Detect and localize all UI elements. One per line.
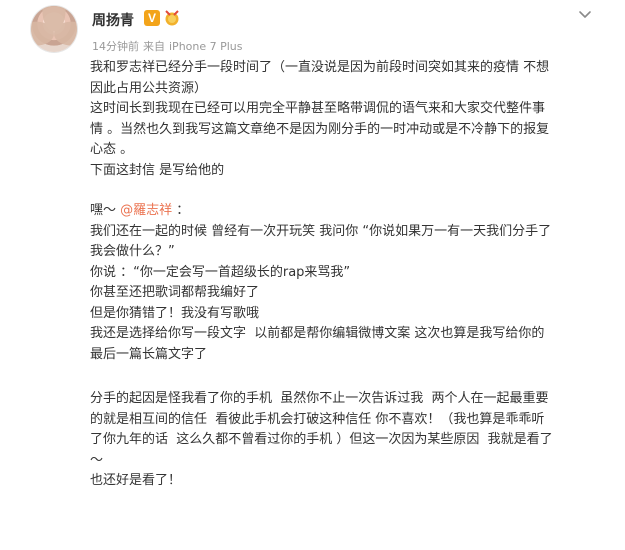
post-time[interactable]: 14分钟前 — [92, 40, 139, 53]
paragraph-4: 我们还在一起的时候 曾经有一次开玩笑 我问你 “你说如果万一有一天我们分手了 我… — [90, 223, 552, 260]
verified-v-icon: V — [144, 10, 160, 26]
post-content: 我和罗志祥已经分手一段时间了（一直没说是因为前段时间突如其来的疫情 不想 因此占… — [90, 58, 610, 492]
avatar-image — [31, 6, 77, 52]
medal-icon — [165, 10, 179, 26]
mention-link[interactable]: @羅志祥 — [120, 203, 172, 218]
paragraph-1: 我和罗志祥已经分手一段时间了（一直没说是因为前段时间突如其来的疫情 不想 因此占… — [90, 60, 550, 96]
source-prefix: 来自 — [143, 40, 165, 53]
greeting-prefix: 嘿～ — [90, 203, 121, 218]
paragraph-6: 你甚至还把歌词都帮我编好了 — [90, 285, 260, 300]
chevron-down-icon[interactable] — [577, 6, 593, 22]
paragraph-2: 这时间长到我现在已经可以用完全平静甚至略带调侃的语气来和大家交代整件事 情 。当… — [90, 101, 550, 157]
greeting-suffix: ： — [172, 203, 190, 218]
post-meta: 14分钟前 来自 iPhone 7 Plus — [92, 38, 247, 54]
author-name[interactable]: 周扬青 — [92, 10, 134, 30]
paragraph-9: 分手的起因是怪我看了你的手机 虽然你不止一次告诉过我 两个人在一起最重要 的就是… — [90, 391, 553, 468]
paragraph-7: 但是你猜错了！我没有写歌哦 — [90, 305, 260, 321]
paragraph-3: 下面这封信 是写给他的 — [90, 162, 225, 178]
greeting-line: 嘿～ @羅志祥 ： — [90, 201, 610, 222]
weibo-post: 周扬青 V 14分钟前 来自 iPhone 7 Plus 我和罗志祥已经分手一段时间… — [0, 0, 625, 550]
paragraph-5: 你说 ：“你一定会写一首超级长的rap来骂我” — [90, 264, 351, 280]
paragraph-8: 我还是选择给你写一段文字 以前都是帮你编辑微博文案 这次也算是我写给你的 最后一… — [90, 326, 545, 362]
post-source[interactable]: iPhone 7 Plus — [169, 40, 243, 53]
paragraph-10: 也还好是看了！ — [90, 473, 182, 488]
avatar[interactable] — [31, 6, 77, 52]
